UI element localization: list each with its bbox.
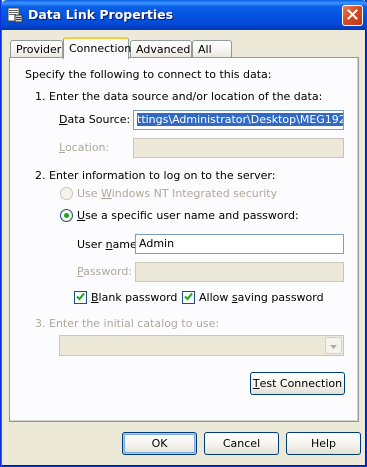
windows-nt-security-label: Use Windows NT Integrated security bbox=[77, 187, 278, 200]
data-source-value: ttings\Administrator\Desktop\MEG1920.acc bbox=[137, 113, 343, 126]
data-link-icon bbox=[7, 7, 23, 23]
help-button[interactable]: Help bbox=[286, 432, 361, 455]
username-input[interactable]: Admin bbox=[135, 234, 344, 254]
initial-catalog-combobox[interactable] bbox=[59, 335, 344, 356]
blank-password-label: Blank password bbox=[91, 291, 178, 304]
windows-nt-security-radio[interactable] bbox=[60, 187, 73, 200]
tab-connection[interactable]: Connection bbox=[63, 37, 132, 59]
step1-heading: 1. Enter the data source and/or location… bbox=[35, 90, 323, 103]
cancel-button[interactable]: Cancel bbox=[204, 432, 279, 455]
data-link-properties-dialog: Data Link Properties Provider Connection… bbox=[0, 0, 367, 467]
tab-all-label: All bbox=[198, 43, 212, 56]
checkmark-icon bbox=[76, 291, 85, 304]
title-bar[interactable]: Data Link Properties bbox=[1, 0, 367, 30]
allow-saving-password-label: Allow saving password bbox=[199, 291, 324, 304]
password-label: Password: bbox=[77, 265, 133, 278]
username-label: User name: bbox=[77, 238, 141, 251]
location-input[interactable] bbox=[133, 138, 344, 158]
close-button[interactable] bbox=[342, 5, 363, 26]
intro-text: Specify the following to connect to this… bbox=[25, 68, 272, 81]
tab-connection-label: Connection bbox=[69, 42, 132, 55]
blank-password-checkbox[interactable] bbox=[74, 291, 87, 304]
password-input[interactable] bbox=[135, 262, 344, 282]
radio-selected-dot bbox=[64, 213, 69, 218]
specific-user-label: Use a specific user name and password: bbox=[77, 209, 299, 222]
data-source-label: Data Source: bbox=[59, 113, 131, 126]
catalog-dropdown-button[interactable] bbox=[325, 337, 342, 354]
allow-saving-password-checkbox[interactable] bbox=[182, 291, 195, 304]
step3-heading: 3. Enter the initial catalog to use: bbox=[35, 317, 220, 330]
username-value: Admin bbox=[139, 237, 175, 250]
window-title: Data Link Properties bbox=[28, 7, 174, 22]
tab-advanced-label: Advanced bbox=[136, 43, 191, 56]
data-source-input[interactable]: ttings\Administrator\Desktop\MEG1920.acc bbox=[133, 110, 344, 130]
chevron-down-icon bbox=[330, 339, 337, 352]
step2-heading: 2. Enter information to log on to the se… bbox=[35, 169, 276, 182]
connection-tab-panel: Specify the following to connect to this… bbox=[9, 57, 359, 422]
test-connection-button[interactable]: Test Connection bbox=[250, 372, 345, 395]
close-icon bbox=[347, 8, 358, 23]
ok-button[interactable]: OK bbox=[122, 432, 197, 455]
specific-user-radio[interactable] bbox=[60, 209, 73, 222]
location-label: Location: bbox=[59, 141, 110, 154]
checkmark-icon bbox=[184, 291, 193, 304]
tab-provider-label: Provider bbox=[16, 43, 62, 56]
